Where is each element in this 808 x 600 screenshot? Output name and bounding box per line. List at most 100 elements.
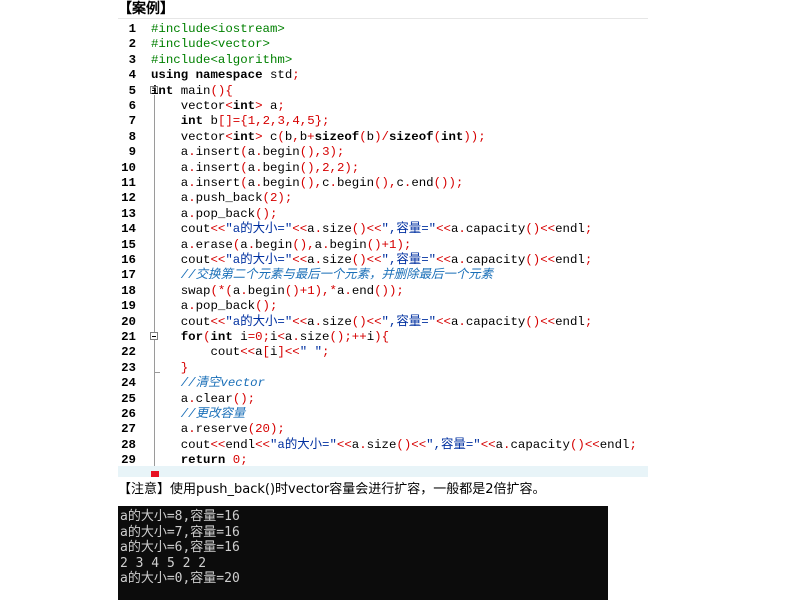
- code-line[interactable]: a.pop_back();: [151, 299, 278, 314]
- code-line[interactable]: a.pop_back();: [151, 206, 278, 222]
- code-line[interactable]: cout<<"a的大小="<<a.size()<<",容量="<<a.capac…: [151, 314, 593, 330]
- code-line[interactable]: a.insert(a.begin(),c.begin(),c.end());: [151, 176, 464, 191]
- code-token: ()<<: [525, 253, 556, 267]
- code-token: end: [351, 283, 375, 298]
- code-line[interactable]: int main(){: [151, 84, 233, 99]
- code-line[interactable]: swap(*(a.begin()+1),*a.end());: [151, 284, 404, 299]
- code-token: end: [411, 176, 434, 190]
- code-token: (),: [374, 176, 397, 190]
- code-token: 5: [307, 114, 315, 129]
- code-token: );: [277, 191, 293, 206]
- line-number: 9: [128, 145, 136, 160]
- code-token: );: [329, 145, 345, 160]
- code-token: <<: [292, 253, 308, 267]
- code-token: a: [151, 422, 189, 437]
- code-token: cout: [151, 437, 211, 452]
- line-number: 7: [128, 114, 136, 129]
- line-number: 12: [121, 191, 136, 206]
- code-token: " ": [299, 345, 323, 360]
- code-token: using namespace: [151, 68, 263, 83]
- line-number: 21: [121, 330, 136, 344]
- code-line[interactable]: //更改容量: [151, 407, 245, 422]
- code-line[interactable]: a.reserve(20);: [151, 422, 285, 437]
- code-token: "a的大小=": [225, 253, 293, 267]
- code-token: size: [366, 437, 397, 452]
- code-token: .: [255, 176, 263, 190]
- code-token: i: [366, 330, 375, 344]
- code-token: ()+: [284, 283, 308, 298]
- code-line[interactable]: a.clear();: [151, 392, 255, 407]
- line-number: 6: [128, 99, 136, 113]
- code-line[interactable]: int b[]={1,2,3,4,5};: [151, 114, 330, 129]
- code-token: (),: [299, 160, 323, 175]
- code-token: ",容量=": [381, 253, 437, 267]
- code-token: .: [314, 222, 323, 237]
- code-token: ));: [463, 129, 486, 144]
- code-token: {: [225, 83, 233, 98]
- code-line[interactable]: vector<int> a;: [151, 99, 285, 114]
- code-token: int: [232, 99, 256, 113]
- code-token: pop_back: [195, 206, 256, 221]
- code-token: "a的大小=": [225, 314, 293, 329]
- code-token: 20: [255, 422, 270, 437]
- code-token: ;: [584, 253, 593, 267]
- code-line[interactable]: #include<iostream>: [151, 22, 285, 37]
- code-token: insert: [195, 176, 241, 190]
- code-token: a: [151, 391, 189, 406]
- code-token: (: [262, 191, 270, 206]
- code-token: clear: [195, 391, 233, 406]
- code-token: ]<<: [277, 345, 300, 360]
- code-token: ());: [374, 283, 404, 298]
- code-line[interactable]: for(int i=0;i<a.size();++i){: [151, 330, 389, 345]
- code-token: a: [151, 160, 189, 175]
- code-token: (),: [299, 145, 323, 160]
- code-token: <<: [255, 437, 270, 452]
- code-token: 0: [225, 453, 241, 468]
- code-line[interactable]: }: [151, 361, 188, 376]
- code-token: <<: [292, 314, 308, 329]
- code-token: cout: [151, 314, 211, 329]
- code-line[interactable]: a.erase(a.begin(),a.begin()+1);: [151, 238, 412, 253]
- code-line[interactable]: a.push_back(2);: [151, 191, 293, 206]
- code-token: c: [396, 176, 404, 190]
- code-line[interactable]: vector<int> c(b,b+sizeof(b)/sizeof(int))…: [151, 130, 486, 145]
- code-token: pop_back: [195, 299, 256, 314]
- code-line[interactable]: cout<<"a的大小="<<a.size()<<",容量="<<a.capac…: [151, 253, 593, 268]
- code-token: ;: [292, 68, 300, 83]
- console-output: a的大小=8,容量=16 a的大小=7,容量=16 a的大小=6,容量=16 2 3 …: [118, 506, 608, 600]
- code-token: <<: [436, 314, 451, 329]
- code-token: .: [314, 314, 323, 329]
- code-token: ()<<: [569, 437, 600, 452]
- code-token: <<: [292, 222, 308, 237]
- code-line[interactable]: using namespace std;: [151, 68, 300, 83]
- code-line[interactable]: #include<algorithm>: [151, 53, 292, 68]
- line-number: 2: [128, 37, 136, 52]
- code-token: 3: [322, 145, 330, 160]
- console-line: 2 3 4 5 2 2: [120, 555, 207, 571]
- code-line[interactable]: #include<vector>: [151, 37, 270, 52]
- code-line[interactable]: a.insert(a.begin(),3);: [151, 145, 345, 160]
- code-token: (: [240, 176, 248, 190]
- code-editor[interactable]: 1 2 3 4 5 6 7 8 9 10 11 12 13 14 15 16 17 18 19 20 21 22 23 24 2…: [118, 18, 648, 477]
- page-heading: 【案例】: [118, 1, 174, 17]
- code-token: ());: [433, 176, 464, 190]
- code-line[interactable]: cout<<a[i]<<" ";: [151, 345, 329, 360]
- code-token: #include<vector>: [151, 37, 270, 52]
- code-token: endl: [599, 437, 630, 452]
- code-token: a: [307, 314, 315, 329]
- code-token: 4: [292, 114, 300, 129]
- code-token: capacity: [465, 314, 526, 329]
- code-token: a: [151, 176, 189, 190]
- code-line[interactable]: //清空vector: [151, 376, 265, 391]
- line-number: 19: [121, 299, 136, 314]
- code-token: .: [314, 253, 323, 267]
- code-token: <<: [480, 437, 496, 452]
- code-line[interactable]: return 0;: [151, 453, 248, 468]
- code-line[interactable]: cout<<"a的大小="<<a.size()<<",容量="<<a.capac…: [151, 222, 593, 237]
- code-token: ;: [629, 437, 637, 452]
- code-line[interactable]: //交换第二个元素与最后一个元素，并删除最后一个元素: [151, 268, 493, 283]
- code-token: .: [240, 283, 248, 298]
- code-line[interactable]: a.insert(a.begin(),2,2);: [151, 160, 360, 176]
- code-token: .: [188, 391, 196, 406]
- code-line[interactable]: cout<<endl<<"a的大小="<<a.size()<<",容量="<<a…: [151, 438, 637, 453]
